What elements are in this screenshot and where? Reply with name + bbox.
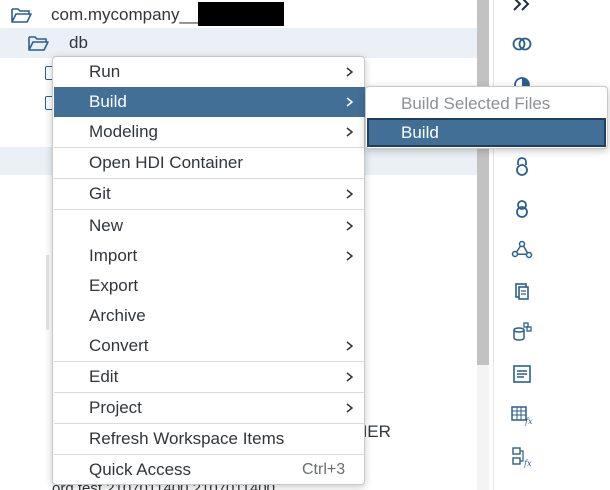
menu-item-edit[interactable]: Edit <box>54 362 365 392</box>
tree-node-db-label: db <box>69 33 88 52</box>
menu-item-git[interactable]: Git <box>54 179 365 209</box>
svg-text:fx: fx <box>523 459 532 468</box>
menu-item-label: Export <box>89 276 139 295</box>
chevron-right-icon <box>346 221 354 231</box>
folder-open-icon <box>11 8 32 23</box>
menu-item-label: Edit <box>89 367 119 386</box>
menu-item-label: Build <box>89 92 127 111</box>
shortcut-label: Ctrl+3 <box>302 461 346 478</box>
submenu-item-build[interactable]: Build <box>367 118 606 147</box>
submenu-item-label: Build Selected Files <box>401 93 551 113</box>
menu-item-label: Quick Access <box>89 460 192 479</box>
tree-node-db[interactable]: db <box>0 28 477 58</box>
menu-item-label: Convert <box>89 336 149 355</box>
menu-item-export[interactable]: Export <box>54 271 365 301</box>
chevron-right-icon <box>346 189 354 199</box>
menu-item-quick-access[interactable]: Quick Access Ctrl+3 <box>54 455 365 485</box>
menu-item-label: Open HDI Container <box>89 153 244 172</box>
menu-item-label: Run <box>89 62 121 81</box>
tree-scrollbar-thumb[interactable] <box>477 0 489 365</box>
menu-item-refresh-workspace-items[interactable]: Refresh Workspace Items <box>54 424 365 454</box>
submenu-item-build-selected-files: Build Selected Files <box>367 89 606 118</box>
tree-node-root[interactable]: com.mycompany__ <box>0 0 477 30</box>
svg-text:fx: fx <box>524 417 533 426</box>
menu-item-import[interactable]: Import <box>54 241 365 271</box>
table-function-icon[interactable]: fx <box>508 401 536 429</box>
menu-item-label: Project <box>89 398 142 417</box>
menu-item-convert[interactable]: Convert <box>54 331 365 361</box>
chevron-right-icon <box>346 97 354 107</box>
menu-item-run[interactable]: Run <box>54 57 365 87</box>
documents-icon[interactable] <box>508 277 536 305</box>
menu-item-new[interactable]: New <box>54 211 365 241</box>
redaction-box <box>198 2 284 26</box>
hierarchy-function-icon[interactable]: fx <box>508 443 536 471</box>
tree-node-root-label: com.mycompany__ <box>51 5 199 24</box>
menu-separator <box>54 209 365 210</box>
chevron-right-icon <box>346 341 354 351</box>
folder-open-icon <box>28 36 49 51</box>
tree-guide-line <box>46 255 49 330</box>
double-chevron-right-icon[interactable] <box>508 0 536 18</box>
chevron-right-icon <box>346 372 354 382</box>
database-add-icon[interactable] <box>508 318 536 346</box>
menu-item-label: Refresh Workspace Items <box>89 429 285 448</box>
chevron-right-icon <box>346 403 354 413</box>
chevron-right-icon <box>346 127 354 137</box>
menu-item-label: Import <box>89 246 138 265</box>
link-rings-icon[interactable] <box>508 30 536 58</box>
menu-item-archive[interactable]: Archive <box>54 301 365 331</box>
lock-icon[interactable] <box>508 153 536 181</box>
menu-item-label: Git <box>89 184 111 203</box>
chevron-right-icon <box>346 67 354 77</box>
menu-item-label: Modeling <box>89 122 158 141</box>
build-submenu: Build Selected Files Build <box>365 86 608 149</box>
menu-item-build[interactable]: Build <box>54 87 365 117</box>
graph-nodes-icon[interactable] <box>508 236 536 264</box>
menu-item-open-hdi-container[interactable]: Open HDI Container <box>54 148 365 178</box>
menu-item-label: Archive <box>89 306 146 325</box>
text-document-icon[interactable] <box>508 360 536 388</box>
menu-item-label: New <box>89 216 124 235</box>
partial-icon[interactable] <box>508 478 536 490</box>
context-menu: Run Build Modeling Open HDI Container Gi… <box>52 56 365 485</box>
lock-icon[interactable] <box>508 195 536 223</box>
submenu-item-label: Build <box>401 122 439 142</box>
menu-item-project[interactable]: Project <box>54 393 365 423</box>
chevron-right-icon <box>346 251 354 261</box>
menu-item-modeling[interactable]: Modeling <box>54 117 365 147</box>
